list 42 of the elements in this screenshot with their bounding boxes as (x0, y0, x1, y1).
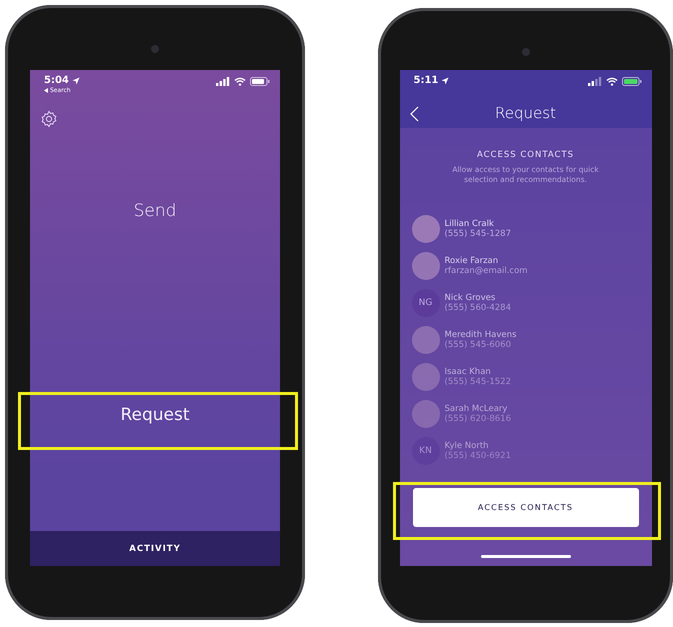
camera-lens (151, 45, 159, 53)
activity-tab[interactable]: ACTIVITY (30, 531, 280, 566)
contact-name: Lillian Cralk (444, 218, 495, 228)
avatar-placeholder (412, 252, 440, 280)
contact-detail: (555) 545-1522 (444, 376, 511, 386)
back-chevron-icon[interactable] (410, 106, 418, 122)
request-option[interactable]: Request (30, 386, 280, 443)
signal-icon (216, 77, 230, 86)
contact-detail: rfarzan@email.com (444, 266, 528, 276)
nav-title: Request (495, 104, 556, 122)
initials-avatar: NG (412, 288, 440, 316)
contact-detail: (555) 620-8616 (444, 414, 511, 424)
status-time: 5:04 (44, 75, 69, 86)
location-arrow-icon (441, 76, 450, 84)
status-time: 5:11 (414, 75, 438, 86)
contact-name: Meredith Havens (444, 330, 516, 340)
contact-detail: (555) 450-6921 (444, 450, 511, 460)
contact-name: Nick Groves (444, 292, 496, 302)
contact-detail: (555) 560-4284 (444, 302, 511, 312)
send-option[interactable]: Send (134, 201, 176, 221)
access-contacts-button[interactable]: ACCESS CONTACTS (412, 488, 638, 527)
avatar-placeholder (412, 326, 440, 354)
avatar-placeholder (412, 214, 440, 242)
settings-icon[interactable] (40, 110, 58, 128)
wifi-icon (234, 77, 246, 86)
contact-name: Isaac Khan (444, 366, 492, 376)
camera-lens (522, 48, 530, 56)
location-arrow-icon (72, 76, 80, 84)
battery-icon (250, 77, 270, 86)
contact-name: Kyle North (444, 440, 490, 450)
contact-detail: (555) 545-1287 (444, 228, 511, 238)
avatar-placeholder (412, 362, 440, 390)
avatar-placeholder (412, 400, 440, 428)
back-triangle-icon (44, 88, 48, 93)
wifi-icon (606, 77, 618, 86)
contact-name: Sarah McLeary (444, 404, 508, 414)
section-heading: ACCESS CONTACTS (476, 150, 576, 160)
initials-avatar: KN (412, 436, 440, 464)
signal-icon (588, 77, 602, 86)
battery-icon (622, 77, 642, 86)
contact-detail: (555) 545-6060 (444, 340, 512, 350)
contact-name: Roxie Farzan (444, 256, 500, 266)
